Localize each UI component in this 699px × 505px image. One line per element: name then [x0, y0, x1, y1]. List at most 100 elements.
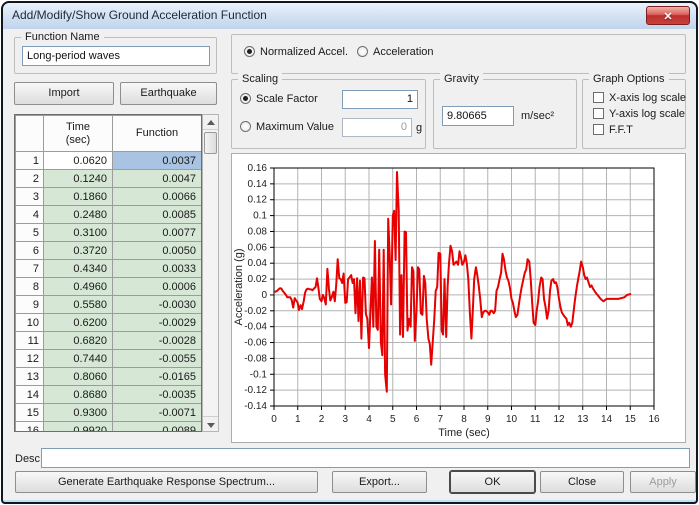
index-column-header — [15, 115, 44, 152]
x-tick-label: 8 — [461, 414, 467, 425]
function-cell[interactable]: -0.0035 — [112, 385, 201, 404]
time-cell[interactable]: 0.1240 — [43, 169, 113, 188]
row-index-cell[interactable]: 2 — [15, 169, 44, 188]
g-unit-label: g — [416, 122, 423, 134]
close-dialog-button[interactable]: Close — [540, 471, 624, 493]
time-cell[interactable]: 0.7440 — [43, 349, 113, 368]
row-index-cell[interactable]: 10 — [15, 313, 44, 332]
graph-option[interactable]: F.F.T — [593, 124, 633, 136]
row-index-cell[interactable]: 5 — [15, 223, 44, 242]
table-row: 11 0.6820 -0.0028 — [15, 331, 201, 350]
radio-maximum-value-label: Maximum Value — [256, 121, 335, 133]
time-cell[interactable]: 0.3100 — [43, 223, 113, 242]
graph-option[interactable]: X-axis log scale — [593, 92, 686, 104]
scroll-up-button[interactable] — [203, 115, 218, 130]
function-cell[interactable]: -0.0029 — [112, 313, 201, 332]
apply-button[interactable]: Apply — [630, 471, 696, 493]
y-tick-label: 0 — [261, 290, 267, 301]
time-cell[interactable]: 0.9920 — [43, 421, 113, 431]
function-cell[interactable]: -0.0165 — [112, 367, 201, 386]
y-tick-label: 0.14 — [248, 179, 268, 190]
gravity-input[interactable]: 9.80665 — [442, 106, 514, 126]
function-column-header: Function — [112, 115, 201, 152]
function-cell[interactable]: -0.0028 — [112, 331, 201, 350]
time-cell[interactable]: 0.0620 — [43, 151, 113, 170]
time-cell[interactable]: 0.3720 — [43, 241, 113, 260]
time-cell[interactable]: 0.5580 — [43, 295, 113, 314]
radio-scale-factor-label: Scale Factor — [256, 93, 318, 105]
radio-acceleration[interactable]: Acceleration — [357, 46, 434, 58]
export-button[interactable]: Export... — [332, 471, 427, 493]
function-cell[interactable]: 0.0085 — [112, 205, 201, 224]
desc-input[interactable] — [41, 448, 690, 468]
table-row: 2 0.1240 0.0047 — [15, 169, 201, 188]
time-cell[interactable]: 0.6820 — [43, 331, 113, 350]
ok-button[interactable]: OK — [450, 471, 535, 493]
x-tick-label: 0 — [271, 414, 277, 425]
function-cell[interactable]: 0.0077 — [112, 223, 201, 242]
row-index-cell[interactable]: 15 — [15, 403, 44, 422]
y-tick-label: -0.04 — [244, 322, 267, 333]
row-index-cell[interactable]: 6 — [15, 241, 44, 260]
table-scrollbar[interactable] — [202, 114, 219, 432]
maximum-value-input[interactable]: 0 — [342, 118, 412, 137]
function-cell[interactable]: 0.0047 — [112, 169, 201, 188]
row-index-cell[interactable]: 12 — [15, 349, 44, 368]
x-tick-label: 1 — [295, 414, 301, 425]
y-axis-title: Acceleration (g) — [233, 248, 245, 325]
function-cell[interactable]: 0.0050 — [112, 241, 201, 260]
y-tick-label: 0.06 — [248, 242, 268, 253]
function-cell[interactable]: 0.0066 — [112, 187, 201, 206]
row-index-cell[interactable]: 9 — [15, 295, 44, 314]
function-cell[interactable]: 0.0006 — [112, 277, 201, 296]
function-cell[interactable]: -0.0030 — [112, 295, 201, 314]
row-index-cell[interactable]: 11 — [15, 331, 44, 350]
y-tick-label: 0.04 — [248, 258, 268, 269]
radio-maximum-value[interactable]: Maximum Value — [240, 121, 334, 133]
scrollbar-thumb[interactable] — [204, 132, 217, 154]
generate-response-spectrum-button[interactable]: Generate Earthquake Response Spectrum... — [15, 471, 318, 493]
radio-icon — [244, 46, 255, 57]
y-tick-label: -0.06 — [244, 338, 267, 349]
graph-option[interactable]: Y-axis log scale — [593, 108, 685, 120]
row-index-cell[interactable]: 4 — [15, 205, 44, 224]
row-index-cell[interactable]: 3 — [15, 187, 44, 206]
time-cell[interactable]: 0.1860 — [43, 187, 113, 206]
scale-factor-input[interactable]: 1 — [342, 90, 418, 109]
function-cell[interactable]: -0.0055 — [112, 349, 201, 368]
radio-normalized-accel-label: Normalized Accel. — [260, 46, 349, 58]
time-cell[interactable]: 0.4960 — [43, 277, 113, 296]
import-button[interactable]: Import — [14, 82, 114, 105]
x-tick-label: 5 — [390, 414, 396, 425]
radio-normalized-accel[interactable]: Normalized Accel. — [244, 46, 348, 58]
table-row: 9 0.5580 -0.0030 — [15, 295, 201, 314]
earthquake-button[interactable]: Earthquake — [120, 82, 217, 105]
time-cell[interactable]: 0.2480 — [43, 205, 113, 224]
table-row: 16 0.9920 0.0089 — [15, 421, 201, 431]
gravity-group: Gravity 9.80665 m/sec² — [433, 73, 577, 149]
row-index-cell[interactable]: 1 — [15, 151, 44, 170]
row-index-cell[interactable]: 16 — [15, 421, 44, 431]
row-index-cell[interactable]: 7 — [15, 259, 44, 278]
time-cell[interactable]: 0.6200 — [43, 313, 113, 332]
time-cell[interactable]: 0.9300 — [43, 403, 113, 422]
function-cell[interactable]: -0.0071 — [112, 403, 201, 422]
function-cell[interactable]: 0.0089 — [112, 421, 201, 431]
radio-scale-factor[interactable]: Scale Factor — [240, 93, 318, 105]
title-bar[interactable]: Add/Modify/Show Ground Acceleration Func… — [3, 3, 696, 29]
function-cell[interactable]: 0.0033 — [112, 259, 201, 278]
y-tick-label: 0.12 — [248, 195, 268, 206]
graph-option-label: Y-axis log scale — [609, 108, 686, 120]
function-cell[interactable]: 0.0037 — [112, 151, 201, 170]
y-tick-label: -0.1 — [250, 369, 268, 380]
y-tick-label: -0.12 — [244, 385, 267, 396]
time-cell[interactable]: 0.8680 — [43, 385, 113, 404]
time-cell[interactable]: 0.4340 — [43, 259, 113, 278]
row-index-cell[interactable]: 8 — [15, 277, 44, 296]
function-name-input[interactable]: Long-period waves — [22, 46, 210, 66]
close-button[interactable]: ✕ — [646, 6, 690, 25]
row-index-cell[interactable]: 14 — [15, 385, 44, 404]
time-cell[interactable]: 0.8060 — [43, 367, 113, 386]
row-index-cell[interactable]: 13 — [15, 367, 44, 386]
scroll-down-button[interactable] — [203, 416, 218, 431]
